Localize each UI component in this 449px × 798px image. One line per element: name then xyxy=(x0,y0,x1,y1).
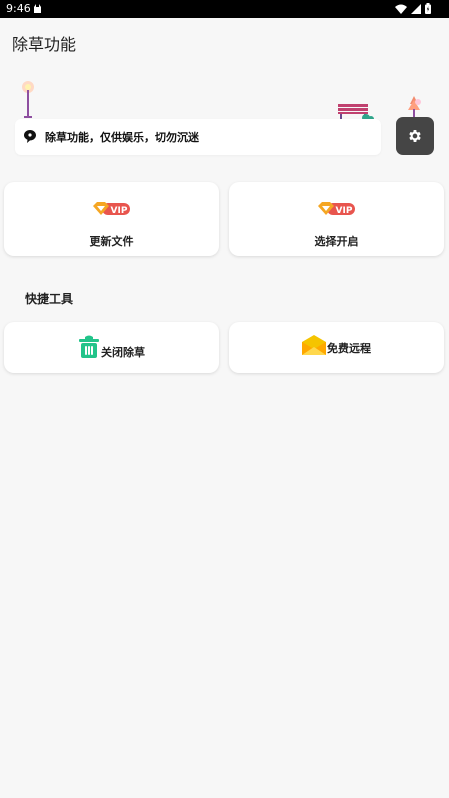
wifi-icon xyxy=(395,4,407,14)
battery-icon xyxy=(425,3,431,14)
free-remote-label: 免费远程 xyxy=(327,342,371,355)
signal-icon xyxy=(411,3,421,14)
tree-icon xyxy=(408,96,421,118)
notice-banner: 除草功能，仅供娱乐，切勿沉迷 xyxy=(15,119,381,155)
status-bar: 9:46 xyxy=(0,0,449,18)
vip-badge-text: VIP xyxy=(336,206,353,216)
status-time: 9:46 xyxy=(6,2,31,15)
section-title-quick-tools: 快捷工具 xyxy=(25,292,74,306)
status-icons xyxy=(395,3,431,14)
select-enable-tile[interactable]: VIP 选择开启 xyxy=(229,182,444,256)
select-enable-label: 选择开启 xyxy=(314,235,359,248)
page-title: 除草功能 xyxy=(12,35,77,54)
envelope-icon xyxy=(302,335,326,355)
settings-button[interactable] xyxy=(396,117,434,155)
street-lamp-icon xyxy=(22,81,34,118)
gear-icon xyxy=(409,130,421,142)
close-weeding-tile[interactable]: 关闭除草 xyxy=(4,322,219,373)
app-notification-icon xyxy=(34,4,41,13)
notice-text: 除草功能，仅供娱乐，切勿沉迷 xyxy=(45,131,199,144)
vip-badge-icon: VIP xyxy=(93,202,130,216)
update-file-tile[interactable]: VIP 更新文件 xyxy=(4,182,219,256)
trash-bin-icon xyxy=(79,335,99,358)
free-remote-tile[interactable]: 免费远程 xyxy=(229,322,444,373)
close-weeding-label: 关闭除草 xyxy=(101,346,145,359)
park-scene-illustration xyxy=(22,81,421,122)
chat-bubble-icon xyxy=(24,130,36,143)
vip-badge-text: VIP xyxy=(111,206,128,216)
vip-badge-icon: VIP xyxy=(318,202,355,216)
update-file-label: 更新文件 xyxy=(89,235,134,248)
